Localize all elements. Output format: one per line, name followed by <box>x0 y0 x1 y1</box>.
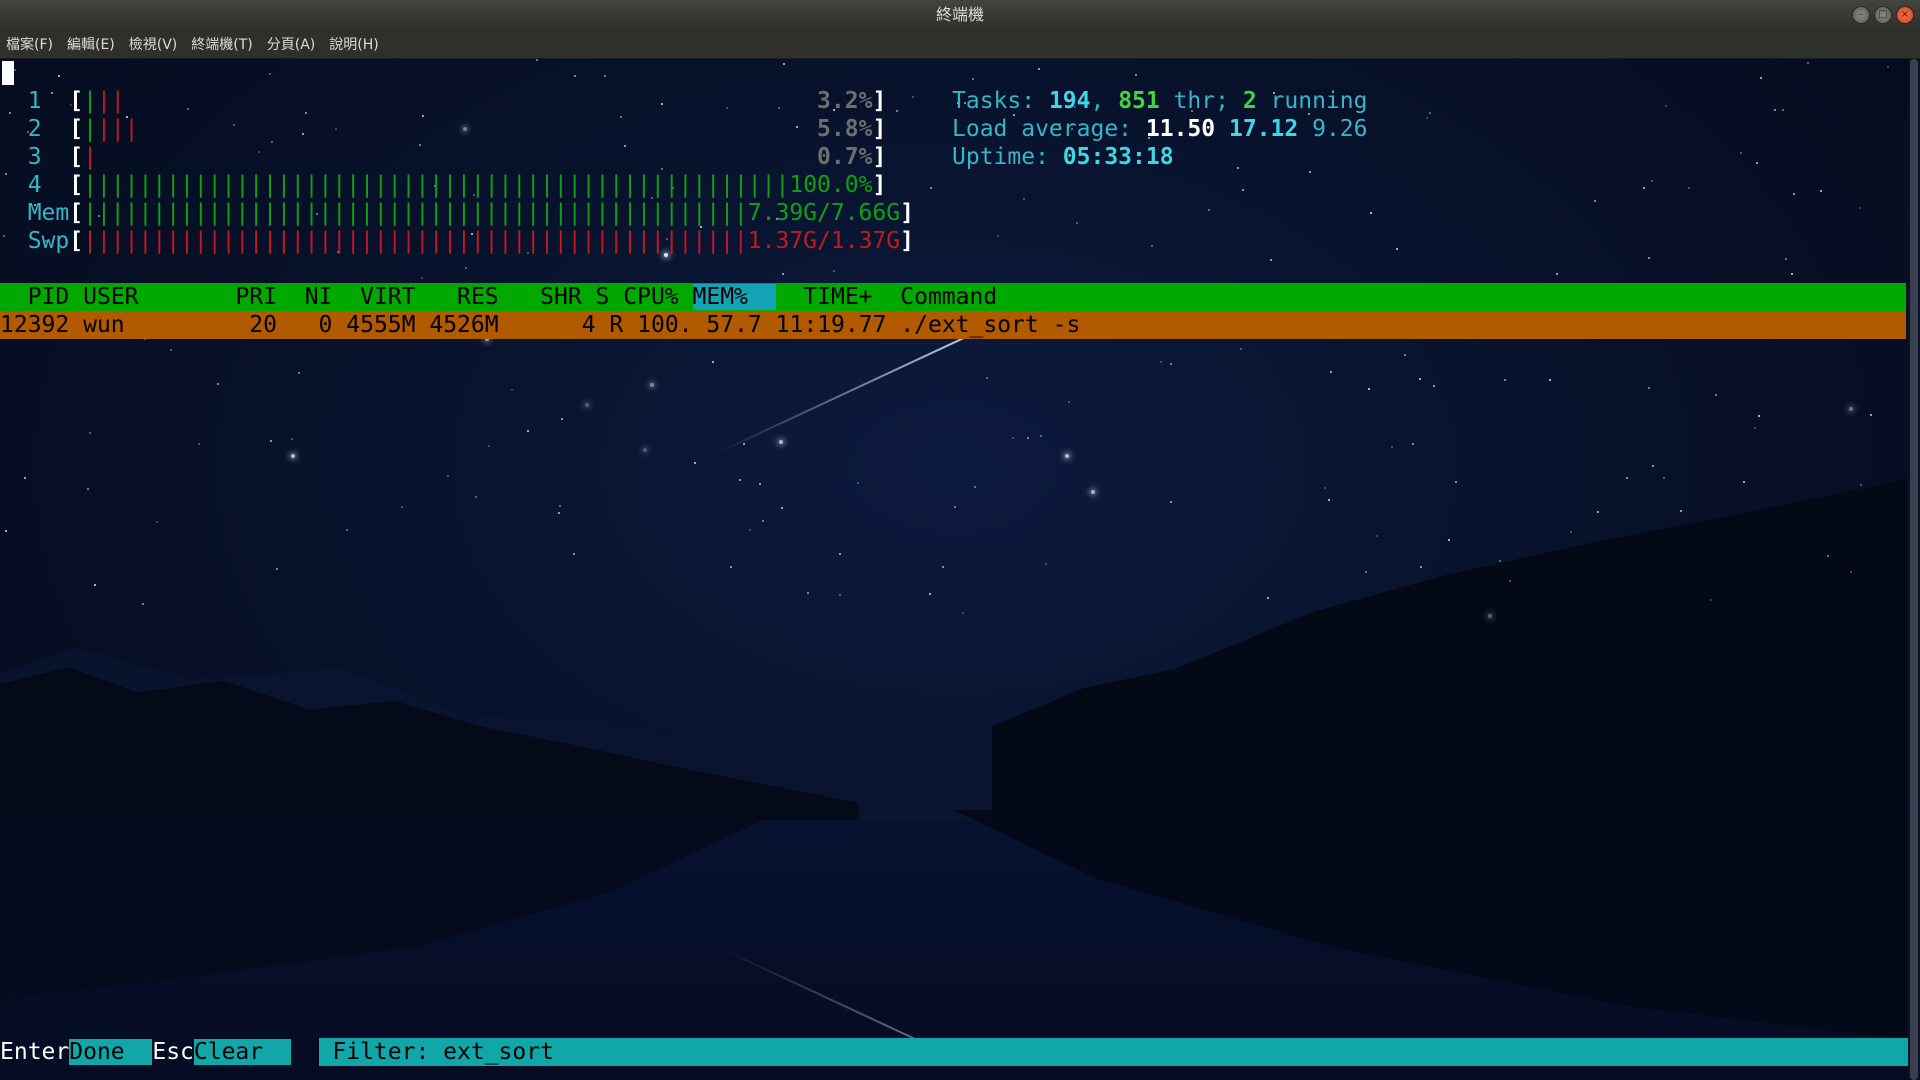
row-time: 11:19.77 <box>775 312 887 338</box>
row-shr: 4 <box>581 312 596 338</box>
cpu-meter-2: 2 [|||| 5.8%] <box>27 116 887 142</box>
menu-tabs[interactable]: 分頁(A) <box>261 34 322 54</box>
scrollbar[interactable] <box>1908 59 1920 1080</box>
mem-label: Mem <box>27 200 70 226</box>
swap-label: Swp <box>27 228 70 254</box>
row-state: R <box>609 312 624 338</box>
cpu-meter-4: 4 [|||||||||||||||||||||||||||||||||||||… <box>27 172 887 198</box>
row-user: wun <box>83 312 125 338</box>
cpu-meter-3: 3 [| 0.7%] <box>27 144 887 170</box>
esc-key[interactable]: Esc <box>152 1039 194 1065</box>
enter-key[interactable]: Enter <box>0 1039 69 1065</box>
htop-screen: 1 [||| 3.2%] 2 [|||| 5.8%] 3 [| 0.7%] 4 … <box>0 59 1908 1080</box>
mem-meter: Mem[||||||||||||||||||||||||||||||||||||… <box>27 200 914 226</box>
menu-bar: 檔案(F) 編輯(E) 檢視(V) 終端機(T) 分頁(A) 說明(H) <box>0 30 1920 59</box>
terminal-window: 終端機 – □ × 檔案(F) 編輯(E) 檢視(V) 終端機(T) 分頁(A)… <box>0 0 1920 1080</box>
cpu-label: 1 <box>27 88 42 114</box>
swap-meter: Swp[||||||||||||||||||||||||||||||||||||… <box>27 228 914 254</box>
maximize-icon[interactable]: □ <box>1874 6 1892 24</box>
menu-edit[interactable]: 編輯(E) <box>61 34 121 54</box>
terminal-area[interactable]: 1 [||| 3.2%] 2 [|||| 5.8%] 3 [| 0.7%] 4 … <box>0 59 1908 1080</box>
row-res: 4526M <box>429 312 499 338</box>
col-command[interactable]: Command <box>900 284 997 310</box>
cpu-value: 3.2% <box>817 88 873 114</box>
scrollbar-thumb[interactable] <box>1910 59 1918 1080</box>
col-ni[interactable]: NI <box>305 284 333 310</box>
menu-file[interactable]: 檔案(F) <box>0 34 59 54</box>
cpu-label: 4 <box>27 172 42 198</box>
table-row[interactable]: 12392 wun 20 0 4555M 4526M 4 R 100. 57.7… <box>0 311 1906 339</box>
tasks-count: 194 <box>1048 88 1091 114</box>
window-controls: – □ × <box>1852 6 1914 24</box>
load-15min: 9.26 <box>1312 116 1368 142</box>
menu-help[interactable]: 說明(H) <box>323 34 384 54</box>
function-bar: EnterDone EscClear Filter: ext_sort <box>0 1038 1908 1066</box>
cpu-label: 2 <box>27 116 42 142</box>
mem-value: 7.39G/7.66G <box>747 200 901 226</box>
row-command: ./ext_sort -s <box>900 312 1081 338</box>
row-pid: 12392 <box>0 312 70 338</box>
threads-count: 851 <box>1118 88 1160 114</box>
row-pri: 20 <box>249 312 277 338</box>
cpu-meter-1: 1 [||| 3.2%] <box>27 88 887 114</box>
title-bar[interactable]: 終端機 – □ × <box>0 0 1920 30</box>
col-mem-sorted[interactable]: MEM% <box>692 284 776 310</box>
row-ni: 0 <box>318 312 333 338</box>
menu-terminal[interactable]: 終端機(T) <box>185 34 258 54</box>
col-state[interactable]: S <box>596 284 610 310</box>
minimize-icon[interactable]: – <box>1852 6 1870 24</box>
running-count: 2 <box>1242 88 1257 114</box>
done-button[interactable]: Done <box>69 1039 153 1065</box>
col-user[interactable]: USER <box>83 284 138 310</box>
row-virt: 4555M <box>346 312 416 338</box>
row-cpu: 100. <box>637 312 693 338</box>
col-pri[interactable]: PRI <box>235 284 277 310</box>
row-mem: 57.7 <box>706 312 762 338</box>
uptime-value: 05:33:18 <box>1062 144 1174 170</box>
uptime: Uptime: 05:33:18 <box>952 144 1174 170</box>
cpu-value: 100.0% <box>789 172 873 198</box>
load-average: Load average: 11.50 17.12 9.26 <box>952 116 1368 142</box>
tasks-summary: Tasks: 194, 851 thr; 2 running <box>952 88 1368 114</box>
text-cursor <box>2 61 14 85</box>
swap-value: 1.37G/1.37G <box>747 228 901 254</box>
cpu-label: 3 <box>27 144 42 170</box>
close-icon[interactable]: × <box>1896 6 1914 24</box>
load-1min: 11.50 <box>1145 116 1216 142</box>
cpu-value: 0.7% <box>817 144 873 170</box>
col-pid[interactable]: PID <box>28 284 70 310</box>
cpu-value: 5.8% <box>817 116 873 142</box>
filter-input[interactable]: Filter: ext_sort <box>318 1038 1908 1066</box>
col-cpu[interactable]: CPU% <box>623 284 678 310</box>
clear-button[interactable]: Clear <box>193 1039 291 1065</box>
col-shr[interactable]: SHR <box>540 284 582 310</box>
window-title: 終端機 <box>935 5 984 24</box>
col-time[interactable]: TIME+ <box>803 284 872 310</box>
col-res[interactable]: RES <box>457 284 499 310</box>
col-virt[interactable]: VIRT <box>360 284 415 310</box>
menu-view[interactable]: 檢視(V) <box>123 34 184 54</box>
load-5min: 17.12 <box>1228 116 1299 142</box>
process-table-header: PID USER PRI NI VIRT RES SHR S CPU% MEM%… <box>0 283 1906 311</box>
